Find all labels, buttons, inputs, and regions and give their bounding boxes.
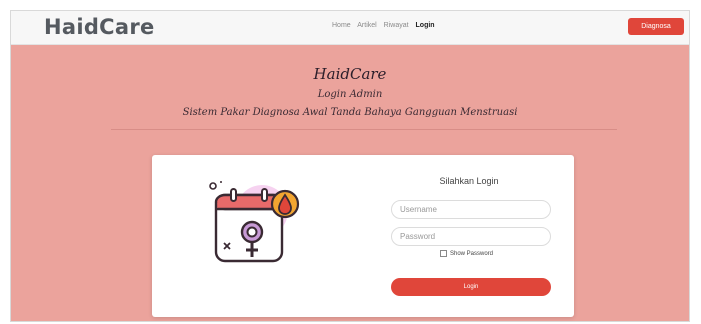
show-password-toggle[interactable]: Show Password <box>440 250 493 257</box>
browser-frame: HaidCare Home Artikel Riwayat Login Diag… <box>10 10 690 322</box>
hero-title: HaidCare <box>313 65 387 83</box>
nav-links: Home Artikel Riwayat Login <box>332 22 440 29</box>
hero-divider <box>111 129 617 130</box>
diagnosa-button[interactable]: Diagnosa <box>628 18 684 35</box>
hero-subtitle: Login Admin <box>317 89 383 100</box>
show-password-label: Show Password <box>450 250 494 257</box>
login-card: Silahkan Login Username Password Show Pa… <box>152 155 574 317</box>
nav-link-artikel[interactable]: Artikel <box>357 22 376 29</box>
nav-link-home[interactable]: Home <box>332 22 351 29</box>
checkbox-icon[interactable] <box>440 250 447 257</box>
password-input[interactable]: Password <box>391 227 551 246</box>
login-heading: Silahkan Login <box>439 176 499 186</box>
brand-logo[interactable]: HaidCare <box>44 15 155 39</box>
navbar: HaidCare Home Artikel Riwayat Login Diag… <box>11 11 689 45</box>
calendar-female-symbol-icon <box>209 181 300 263</box>
nav-link-login[interactable]: Login <box>416 22 435 29</box>
hero-description: Sistem Pakar Diagnosa Awal Tanda Bahaya … <box>182 107 518 118</box>
username-input[interactable]: Username <box>391 200 551 219</box>
login-button[interactable]: Login <box>391 278 551 296</box>
nav-link-riwayat[interactable]: Riwayat <box>384 22 409 29</box>
